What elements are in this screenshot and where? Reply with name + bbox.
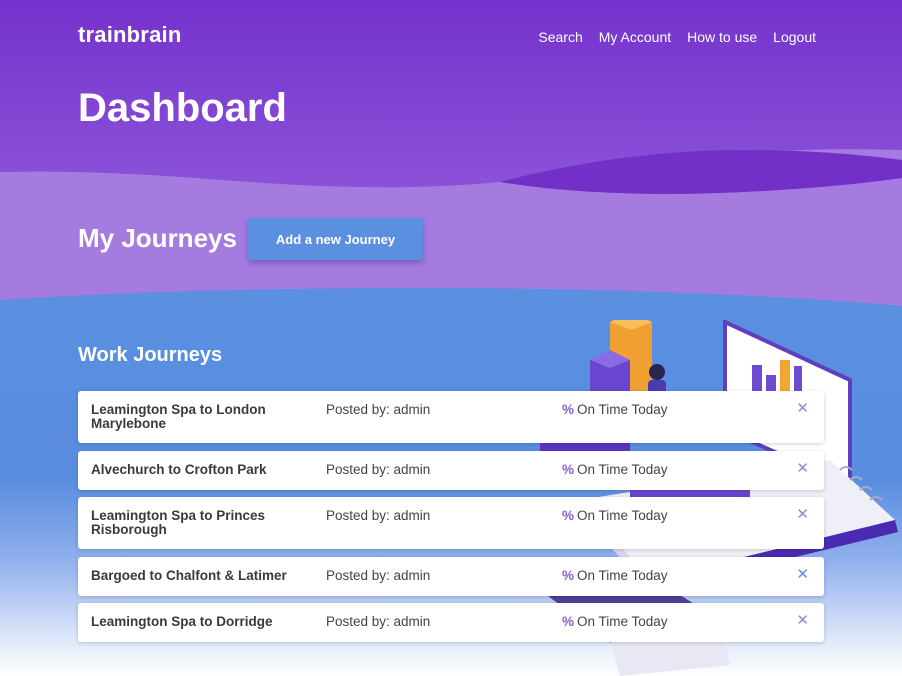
journey-row[interactable]: Leamington Spa to Princes Risborough Pos… bbox=[78, 497, 824, 549]
top-nav: Search My Account How to use Logout bbox=[538, 29, 816, 45]
close-icon[interactable]: ✕ bbox=[796, 567, 809, 583]
page-title: Dashboard bbox=[78, 86, 287, 130]
journey-posted-by: Posted by: admin bbox=[326, 462, 431, 477]
my-journeys-heading: My Journeys bbox=[78, 223, 237, 253]
percent-symbol: % bbox=[562, 402, 575, 417]
nav-how-to-use-link[interactable]: How to use bbox=[687, 29, 757, 45]
journey-on-time: % On Time Today bbox=[562, 509, 668, 523]
on-time-label: On Time Today bbox=[577, 402, 668, 417]
close-icon[interactable]: ✕ bbox=[796, 461, 809, 477]
journey-on-time: % On Time Today bbox=[562, 569, 668, 583]
journey-row[interactable]: Leamington Spa to Dorridge Posted by: ad… bbox=[78, 603, 824, 642]
brand-logo[interactable]: trainbrain bbox=[78, 22, 181, 48]
journey-on-time: % On Time Today bbox=[562, 615, 668, 629]
close-icon[interactable]: ✕ bbox=[796, 613, 809, 629]
nav-logout-link[interactable]: Logout bbox=[773, 29, 816, 45]
close-icon[interactable]: ✕ bbox=[796, 401, 809, 417]
page: trainbrain Search My Account How to use … bbox=[0, 0, 902, 676]
on-time-label: On Time Today bbox=[577, 462, 668, 477]
percent-symbol: % bbox=[562, 508, 575, 523]
percent-symbol: % bbox=[562, 568, 575, 583]
journey-row[interactable]: Bargoed to Chalfont & Latimer Posted by:… bbox=[78, 557, 824, 596]
journey-route: Leamington Spa to London Marylebone bbox=[91, 402, 266, 431]
journey-route: Alvechurch to Crofton Park bbox=[91, 462, 267, 477]
add-journey-button[interactable]: Add a new Journey bbox=[248, 218, 423, 260]
journey-posted-by: Posted by: admin bbox=[326, 568, 431, 583]
journey-route: Bargoed to Chalfont & Latimer bbox=[91, 568, 287, 583]
on-time-label: On Time Today bbox=[577, 508, 668, 523]
journey-on-time: % On Time Today bbox=[562, 403, 668, 417]
journey-route: Leamington Spa to Princes Risborough bbox=[91, 508, 266, 537]
nav-my-account-link[interactable]: My Account bbox=[599, 29, 671, 45]
journey-posted-by: Posted by: admin bbox=[326, 614, 431, 629]
work-journeys-title: Work Journeys bbox=[78, 344, 223, 366]
journey-posted-by: Posted by: admin bbox=[326, 402, 431, 417]
percent-symbol: % bbox=[562, 614, 575, 629]
journey-row[interactable]: Leamington Spa to London Marylebone Post… bbox=[78, 391, 824, 443]
journey-posted-by: Posted by: admin bbox=[326, 508, 431, 523]
close-icon[interactable]: ✕ bbox=[796, 507, 809, 523]
journey-route: Leamington Spa to Dorridge bbox=[91, 614, 273, 629]
header-waves bbox=[0, 0, 902, 320]
percent-symbol: % bbox=[562, 462, 575, 477]
journey-on-time: % On Time Today bbox=[562, 463, 668, 477]
journey-row[interactable]: Alvechurch to Crofton Park Posted by: ad… bbox=[78, 451, 824, 490]
on-time-label: On Time Today bbox=[577, 568, 668, 583]
nav-search-link[interactable]: Search bbox=[538, 29, 582, 45]
on-time-label: On Time Today bbox=[577, 614, 668, 629]
